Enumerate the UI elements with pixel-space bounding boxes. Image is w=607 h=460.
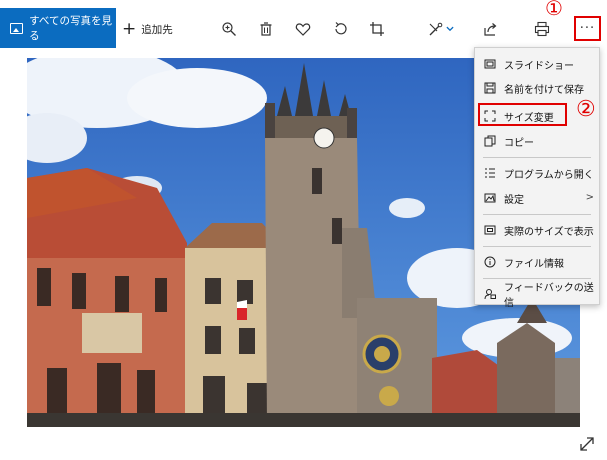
menu-item-label: ファイル情報 bbox=[504, 258, 564, 270]
menu-item-label: 設定 bbox=[504, 194, 524, 206]
menu-separator bbox=[483, 214, 591, 215]
menu-item-send-feedback[interactable]: フィードバックの送信 bbox=[475, 283, 599, 309]
share-icon[interactable] bbox=[480, 18, 502, 40]
plus-icon: + bbox=[122, 18, 137, 39]
see-all-photos-label: すべての写真を見る bbox=[29, 15, 113, 42]
menu-item-actual-size[interactable]: 実際のサイズで表示 bbox=[475, 219, 599, 241]
callout-marker-1: ① bbox=[545, 0, 563, 20]
menu-item-open-with[interactable]: プログラムから開く bbox=[475, 162, 599, 184]
menu-separator bbox=[483, 246, 591, 247]
add-to-button[interactable]: + 追加先 bbox=[122, 18, 173, 40]
slideshow-icon bbox=[484, 58, 496, 70]
menu-item-label: プログラムから開く bbox=[504, 169, 594, 181]
menu-item-settings[interactable]: 設定 > bbox=[475, 187, 599, 209]
more-options-button[interactable]: ··· bbox=[574, 16, 601, 41]
actual-size-icon bbox=[484, 224, 496, 236]
menu-item-label: 実際のサイズで表示 bbox=[504, 226, 594, 238]
settings-image-icon bbox=[484, 192, 496, 204]
add-to-label: 追加先 bbox=[141, 23, 173, 36]
info-icon bbox=[484, 256, 496, 268]
crop-icon[interactable] bbox=[366, 18, 388, 40]
menu-item-file-info[interactable]: ファイル情報 bbox=[475, 251, 599, 273]
expand-icon[interactable] bbox=[578, 435, 596, 453]
more-options-menu: スライドショー 名前を付けて保存 サイズ変更 コピー プログラムから開く 設定 … bbox=[474, 47, 600, 309]
delete-icon[interactable] bbox=[255, 18, 277, 40]
menu-item-label: スライドショー bbox=[504, 60, 574, 72]
menu-item-copy[interactable]: コピー bbox=[475, 130, 599, 152]
callout-marker-2: ② bbox=[576, 97, 596, 122]
copy-icon bbox=[484, 135, 496, 147]
menu-item-save-as[interactable]: 名前を付けて保存 bbox=[475, 77, 599, 99]
menu-item-slideshow[interactable]: スライドショー bbox=[475, 53, 599, 75]
menu-item-label: コピー bbox=[504, 137, 534, 149]
rotate-icon[interactable] bbox=[330, 18, 352, 40]
save-icon bbox=[484, 82, 496, 94]
heart-icon[interactable] bbox=[292, 18, 314, 40]
chevron-down-icon[interactable] bbox=[443, 18, 457, 40]
resize-highlight-box bbox=[478, 103, 567, 126]
print-icon[interactable] bbox=[531, 18, 553, 40]
chevron-right-icon: > bbox=[585, 192, 594, 203]
see-all-photos-button[interactable]: すべての写真を見る bbox=[0, 8, 116, 48]
feedback-icon bbox=[484, 288, 496, 300]
toolbar: すべての写真を見る + 追加先 ··· bbox=[0, 0, 607, 49]
menu-separator bbox=[483, 157, 591, 158]
zoom-in-icon[interactable] bbox=[218, 18, 240, 40]
photo-gallery-icon bbox=[10, 22, 24, 34]
menu-item-label: 名前を付けて保存 bbox=[504, 84, 584, 96]
open-with-icon bbox=[484, 167, 496, 179]
more-icon: ··· bbox=[579, 21, 596, 36]
menu-item-label: フィードバックの送信 bbox=[504, 283, 594, 309]
